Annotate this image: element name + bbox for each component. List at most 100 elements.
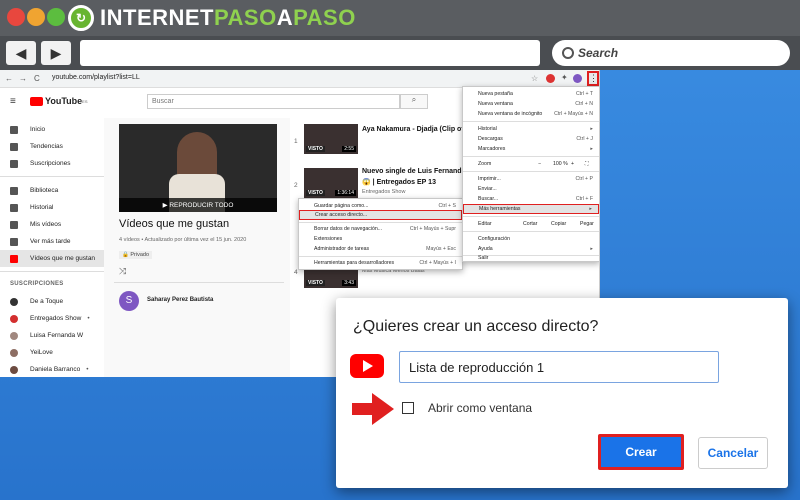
copy-button[interactable]: Copiar: [551, 221, 566, 227]
outer-search-placeholder: Search: [578, 46, 619, 60]
site-logo: ↻ INTERNET PASO A PASO: [68, 4, 356, 32]
cancel-button[interactable]: Cancelar: [698, 437, 768, 469]
sidebar-item-inicio[interactable]: Inicio: [0, 121, 104, 138]
menu-item-downloads[interactable]: Descargas Ctrl + J: [463, 134, 599, 144]
play-all-button[interactable]: ▶ REPRODUCIR TODO: [119, 198, 277, 212]
open-as-window-checkbox[interactable]: [402, 402, 414, 414]
chrome-url[interactable]: youtube.com/playlist?list=LL: [52, 74, 140, 81]
sidebar-item-videos-que-me-gustan[interactable]: Vídeos que me gustan: [0, 250, 104, 267]
menu-item-settings[interactable]: Configuración: [463, 234, 599, 244]
watched-badge: VISTO: [306, 146, 325, 152]
channel-item[interactable]: Luisa Fernanda W: [0, 327, 104, 344]
sidebar-item-historial[interactable]: Historial: [0, 199, 104, 216]
cut-button[interactable]: Cortar: [523, 221, 537, 227]
chrome-menu-button[interactable]: ⋮: [587, 71, 599, 86]
menu-item-exit[interactable]: Salir: [463, 253, 599, 263]
close-window-button[interactable]: [7, 8, 25, 26]
video-title[interactable]: Aya Nakamura - Djadja (Clip offi: [362, 126, 468, 133]
channel-avatar: [10, 348, 18, 357]
menu-item-incognito[interactable]: Nueva ventana de incógnito Ctrl + Mayús +…: [463, 109, 599, 119]
privacy-select[interactable]: 🔒 Privado: [119, 251, 153, 259]
minimize-window-button[interactable]: [27, 8, 45, 26]
watched-badge: VISTO: [306, 280, 325, 286]
youtube-search-input[interactable]: Buscar: [147, 94, 400, 109]
outer-forward-button[interactable]: ▶: [41, 41, 71, 65]
channel-item[interactable]: YeiLove: [0, 344, 104, 361]
sidebar-item-mis-videos[interactable]: Mis vídeos: [0, 216, 104, 233]
channel-item[interactable]: De a Toque: [0, 293, 104, 310]
flame-icon: [10, 142, 18, 151]
outer-address-bar[interactable]: [80, 40, 540, 66]
create-button[interactable]: Crear: [598, 434, 684, 470]
watched-badge: VISTO: [306, 190, 325, 196]
chrome-reload-button[interactable]: C: [34, 74, 40, 83]
menu-item-send[interactable]: Enviar...: [463, 184, 599, 194]
red-arrow-icon: [352, 393, 394, 425]
playlist-meta: 4 vídeos • Actualizado por última vez el…: [119, 237, 247, 243]
playlist-owner[interactable]: Saharay Perez Bautista: [147, 297, 213, 303]
more-tools-submenu: Guardar página como... Ctrl + S Crear acc…: [298, 198, 463, 270]
youtube-play-icon: [30, 96, 43, 106]
owner-avatar[interactable]: S: [119, 291, 139, 311]
menu-item-bookmarks[interactable]: Marcadores ▸: [463, 144, 599, 154]
shortcut-name-input[interactable]: [399, 351, 719, 383]
menu-item-print[interactable]: Imprimir... Ctrl + P: [463, 174, 599, 184]
channel-avatar: [10, 365, 18, 374]
dialog-title: ¿Quieres crear un acceso directo?: [353, 318, 599, 335]
video-title-line-2[interactable]: 😱 | Entregados EP 13: [362, 178, 436, 186]
video-title[interactable]: Nuevo single de Luis Fernando:: [362, 168, 468, 175]
menu-item-history[interactable]: Historial ▸: [463, 124, 599, 134]
star-icon[interactable]: ☆: [531, 74, 538, 83]
outer-back-button[interactable]: ◀: [6, 41, 36, 65]
maximize-window-button[interactable]: [47, 8, 65, 26]
puzzle-icon[interactable]: ✦: [561, 73, 568, 82]
menu-item-clear-data[interactable]: Borrar datos de navegación... Ctrl + Mayú…: [299, 224, 462, 234]
profile-avatar[interactable]: [573, 74, 582, 83]
menu-item-create-shortcut[interactable]: Crear acceso directo...: [299, 210, 462, 220]
outer-search-box[interactable]: Search: [552, 40, 790, 66]
menu-item-more-tools[interactable]: Más herramientas ▸: [463, 204, 599, 214]
zoom-in-button[interactable]: +: [571, 161, 574, 167]
channel-item[interactable]: Entregados Show •: [0, 310, 104, 327]
menu-divider: [463, 156, 599, 157]
menu-divider: [463, 171, 599, 172]
logo-text-paso-2: PASO: [293, 5, 356, 30]
paste-button[interactable]: Pegar: [580, 221, 594, 227]
chrome-back-button[interactable]: ←: [5, 74, 13, 83]
menu-item-new-window[interactable]: Nueva ventana Ctrl + N: [463, 99, 599, 109]
sidebar-item-suscripciones[interactable]: Suscripciones: [0, 155, 104, 172]
sidebar-item-tendencias[interactable]: Tendencias: [0, 138, 104, 155]
home-icon: [10, 125, 18, 134]
video-index: 4: [294, 269, 298, 276]
sidebar-item-ver-mas-tarde[interactable]: Ver más tarde: [0, 233, 104, 250]
logo-text-a: A: [276, 5, 294, 30]
playlist-thumbnail[interactable]: ▶ REPRODUCIR TODO: [119, 124, 277, 212]
video-icon: [10, 220, 18, 229]
sidebar-item-biblioteca[interactable]: Biblioteca: [0, 182, 104, 199]
menu-item-task-manager[interactable]: Administrador de tareas Mayús + Esc: [299, 244, 462, 254]
hamburger-icon[interactable]: ≡: [10, 96, 16, 107]
open-as-window-label[interactable]: Abrir como ventana: [428, 401, 532, 415]
youtube-logo[interactable]: YouTube ES: [30, 96, 88, 106]
shuffle-icon[interactable]: ⤨: [119, 266, 126, 277]
video-channel[interactable]: Entregados Show: [362, 189, 405, 195]
zoom-out-button[interactable]: −: [538, 161, 541, 167]
video-thumbnail[interactable]: VISTO 2:55: [304, 124, 358, 154]
video-index: 1: [294, 138, 298, 145]
chrome-forward-button[interactable]: →: [19, 74, 27, 83]
fullscreen-icon[interactable]: ⛶: [585, 161, 589, 168]
menu-item-new-tab[interactable]: Nueva pestaña Ctrl + T: [463, 89, 599, 99]
menu-divider: [463, 216, 599, 217]
logo-icon: ↻: [68, 5, 94, 31]
menu-item-dev-tools[interactable]: Herramientas para desarrolladores Ctrl + …: [299, 258, 462, 268]
menu-item-extensions[interactable]: Extensiones: [299, 234, 462, 244]
video-thumbnail[interactable]: VISTO 1:36:14: [304, 168, 358, 198]
extension-icon[interactable]: [546, 74, 555, 83]
youtube-search-button[interactable]: ⌕: [400, 94, 428, 109]
menu-item-find[interactable]: Buscar... Ctrl + F: [463, 194, 599, 204]
youtube-sidebar: Inicio Tendencias Suscripciones Bibliote…: [0, 118, 104, 377]
playlist-divider: [114, 282, 284, 283]
channel-item[interactable]: Daniela Barranco •: [0, 361, 104, 377]
video-duration: 2:55: [342, 146, 356, 152]
logo-text-internet: INTERNET: [100, 5, 214, 30]
